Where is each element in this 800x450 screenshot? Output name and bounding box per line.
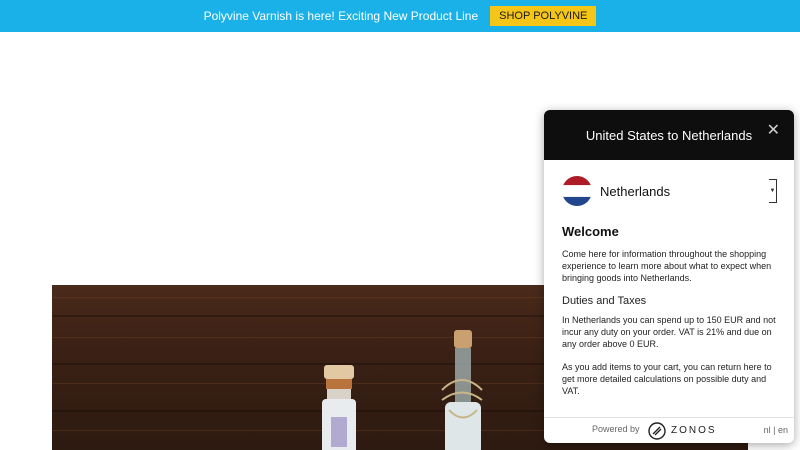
zonos-brand[interactable]: ZONOS <box>671 425 717 436</box>
welcome-text: Come here for information throughout the… <box>562 249 772 283</box>
powered-by-text: Powered by <box>592 424 640 434</box>
welcome-heading: Welcome <box>562 224 619 239</box>
language-switcher: nl | en <box>764 425 788 435</box>
panel-footer: Powered by ZONOS nl | en <box>544 417 794 443</box>
lang-en-link[interactable]: en <box>778 425 788 435</box>
cart-text: As you add items to your cart, you can r… <box>562 362 772 396</box>
country-name: Netherlands <box>600 183 671 199</box>
duty-info-panel: United States to Netherlands ✕ Netherlan… <box>544 110 794 443</box>
duties-heading: Duties and Taxes <box>562 295 647 307</box>
corked-bottle-image <box>441 330 483 450</box>
panel-header: United States to Netherlands ✕ <box>544 110 794 160</box>
panel-title: United States to Netherlands <box>585 127 753 143</box>
duties-text: In Netherlands you can spend up to 150 E… <box>562 315 776 349</box>
lang-nl-link[interactable]: nl <box>764 425 771 435</box>
zonos-logo-icon <box>648 422 666 440</box>
announcement-bar: Polyvine Varnish is here! Exciting New P… <box>0 0 800 32</box>
close-icon[interactable]: ✕ <box>767 123 780 139</box>
announcement-text: Polyvine Varnish is here! Exciting New P… <box>203 9 479 23</box>
shop-polyvine-button[interactable]: SHOP POLYVINE <box>490 6 597 26</box>
country-select[interactable]: Netherlands ▼ <box>562 176 777 206</box>
lang-separator: | <box>773 425 776 435</box>
chevron-down-icon[interactable]: ▼ <box>769 179 777 203</box>
small-bottle-image <box>322 365 356 450</box>
netherlands-flag-icon <box>562 176 592 206</box>
